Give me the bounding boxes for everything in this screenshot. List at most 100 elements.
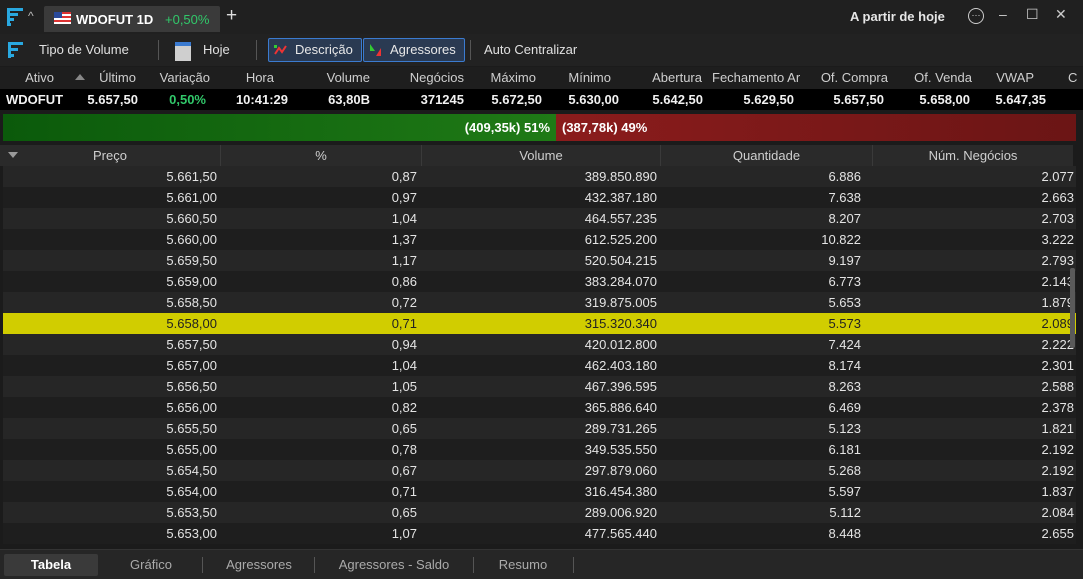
cell-quantity: 6.181	[828, 442, 861, 457]
table-row[interactable]: 5.660,00 1,37 612.525.200 10.822 3.222	[3, 229, 1076, 250]
cell-quantity: 10.822	[821, 232, 861, 247]
table-row[interactable]: 5.661,00 0,97 432.387.180 7.638 2.663	[3, 187, 1076, 208]
quote-last: 5.657,50	[87, 92, 138, 107]
new-tab-button[interactable]: +	[226, 5, 237, 27]
table-row[interactable]: 5.657,50 0,94 420.012.800 7.424 2.222	[3, 334, 1076, 355]
toolbar-divider	[256, 40, 257, 60]
table-row[interactable]: 5.654,00 0,71 316.454.380 5.597 1.837	[3, 481, 1076, 502]
table-row[interactable]: 5.655,00 0,78 349.535.550 6.181 2.192	[3, 439, 1076, 460]
table-row[interactable]: 5.655,50 0,65 289.731.265 5.123 1.821	[3, 418, 1076, 439]
cell-price: 5.661,00	[166, 190, 217, 205]
today-button[interactable]: Hoje	[175, 38, 235, 62]
vertical-scrollbar[interactable]	[1070, 268, 1075, 348]
cell-price: 5.653,50	[166, 505, 217, 520]
table-row[interactable]: 5.656,50 1,05 467.396.595 8.263 2.588	[3, 376, 1076, 397]
tab-title: WDOFUT 1D	[76, 12, 154, 27]
cell-trades: 2.655	[1041, 526, 1074, 541]
tab-change: +0,50%	[165, 12, 210, 27]
table-row[interactable]: 5.653,50 0,65 289.006.920 5.112 2.084	[3, 502, 1076, 523]
table-row[interactable]: 5.654,50 0,67 297.879.060 5.268 2.192	[3, 460, 1076, 481]
cell-volume: 315.320.340	[584, 316, 657, 331]
cell-percent: 0,71	[391, 484, 417, 499]
table-row[interactable]: 5.653,00 1,07 477.565.440 8.448 2.655	[3, 523, 1076, 544]
cell-trades: 2.703	[1041, 211, 1074, 226]
time-mode-label[interactable]: A partir de hoje	[850, 9, 945, 24]
auto-center-button[interactable]: Auto Centralizar	[484, 38, 577, 62]
cell-quantity: 7.424	[828, 337, 861, 352]
cell-volume: 316.454.380	[584, 484, 657, 499]
cell-trades: 3.222	[1041, 232, 1074, 247]
cell-quantity: 8.263	[828, 379, 861, 394]
table-row[interactable]: 5.661,50 0,87 389.850.890 6.886 2.077	[3, 166, 1076, 187]
table-row[interactable]: 5.656,00 0,82 365.886.640 6.469 2.378	[3, 397, 1076, 418]
description-toggle[interactable]: Descrição	[268, 38, 362, 62]
col-header-percent[interactable]: %	[221, 145, 422, 166]
cell-quantity: 5.112	[829, 505, 861, 520]
col-header-quantity[interactable]: Quantidade	[661, 145, 873, 166]
options-menu-icon[interactable]: ⋯	[968, 8, 984, 24]
quote-col-header[interactable]: Hora	[224, 70, 274, 85]
cell-percent: 0,97	[391, 190, 417, 205]
cell-quantity: 7.638	[828, 190, 861, 205]
cell-quantity: 8.207	[828, 211, 861, 226]
tab-grafico[interactable]: Gráfico	[108, 554, 194, 576]
chevron-up-icon[interactable]: ^	[28, 9, 34, 23]
cell-quantity: 5.123	[828, 421, 861, 436]
cell-percent: 1,04	[391, 211, 417, 226]
col-header-volume[interactable]: Volume	[422, 145, 661, 166]
table-row[interactable]: 5.660,50 1,04 464.557.235 8.207 2.703	[3, 208, 1076, 229]
quote-col-header[interactable]: Of. Compra	[812, 70, 888, 85]
table-row[interactable]: 5.658,50 0,72 319.875.005 5.653 1.879	[3, 292, 1076, 313]
col-header-price[interactable]: Preço	[0, 145, 221, 166]
quote-col-header[interactable]: Variação	[148, 70, 210, 85]
table-row[interactable]: 5.659,00 0,86 383.284.070 6.773 2.143	[3, 271, 1076, 292]
aggressors-toggle[interactable]: Agressores	[363, 38, 465, 62]
table-row-highlighted[interactable]: 5.658,00 0,71 315.320.340 5.573 2.089	[3, 313, 1076, 334]
cell-price: 5.659,00	[166, 274, 217, 289]
cell-volume: 467.396.595	[584, 379, 657, 394]
quote-col-header[interactable]: Ativo	[4, 70, 54, 85]
cell-trades: 2.143	[1041, 274, 1074, 289]
cell-volume: 464.557.235	[584, 211, 657, 226]
cell-price: 5.657,00	[166, 358, 217, 373]
close-icon[interactable]: ✕	[1055, 6, 1067, 23]
tab-agressores-saldo[interactable]: Agressores - Saldo	[324, 554, 464, 576]
quote-col-header[interactable]: Negócios	[390, 70, 464, 85]
tab-agressores[interactable]: Agressores	[212, 554, 306, 576]
quote-col-header[interactable]: Máximo	[474, 70, 536, 85]
tab-resumo[interactable]: Resumo	[482, 554, 564, 576]
toolbar: Tipo de Volume Hoje Descrição Agressores…	[0, 34, 1083, 66]
cell-trades: 2.588	[1041, 379, 1074, 394]
cell-quantity: 6.469	[828, 400, 861, 415]
tab-wdofut[interactable]: WDOFUT 1D +0,50%	[44, 6, 220, 32]
title-bar: ^ WDOFUT 1D +0,50% + A partir de hoje ⋯ …	[0, 0, 1083, 34]
quote-col-header[interactable]: VWAP	[990, 70, 1034, 85]
quote-col-header[interactable]: Abertura	[636, 70, 702, 85]
cell-percent: 1,37	[391, 232, 417, 247]
cell-trades: 1.837	[1041, 484, 1074, 499]
volume-type-button[interactable]: Tipo de Volume	[8, 38, 148, 62]
col-header-trades[interactable]: Núm. Negócios	[873, 145, 1073, 166]
quote-col-header[interactable]: C	[1068, 70, 1080, 85]
cell-volume: 297.879.060	[584, 463, 657, 478]
cell-percent: 1,07	[391, 526, 417, 541]
cell-trades: 1.879	[1041, 295, 1074, 310]
quote-col-header[interactable]: Fechamento Ar	[712, 70, 812, 85]
table-row[interactable]: 5.659,50 1,17 520.504.215 9.197 2.793	[3, 250, 1076, 271]
quote-col-header[interactable]: Mínimo	[555, 70, 611, 85]
quote-row[interactable]: WDOFUT 5.657,50 0,50% 10:41:29 63,80B 37…	[0, 89, 1083, 110]
tab-tabela[interactable]: Tabela	[4, 554, 98, 576]
quote-vwap: 5.647,35	[995, 92, 1046, 107]
minimize-icon[interactable]: –	[999, 6, 1007, 22]
quote-col-header[interactable]: Volume	[300, 70, 370, 85]
table-row[interactable]: 5.657,00 1,04 462.403.180 8.174 2.301	[3, 355, 1076, 376]
quote-col-header[interactable]: Último	[80, 70, 136, 85]
quote-col-header[interactable]: Of. Venda	[900, 70, 972, 85]
cell-price: 5.658,50	[166, 295, 217, 310]
volume-type-label: Tipo de Volume	[39, 42, 129, 57]
quote-change: 0,50%	[169, 92, 206, 107]
cell-trades: 2.089	[1041, 316, 1074, 331]
cell-price: 5.660,00	[166, 232, 217, 247]
maximize-icon[interactable]: ☐	[1026, 6, 1039, 23]
cell-volume: 420.012.800	[584, 337, 657, 352]
